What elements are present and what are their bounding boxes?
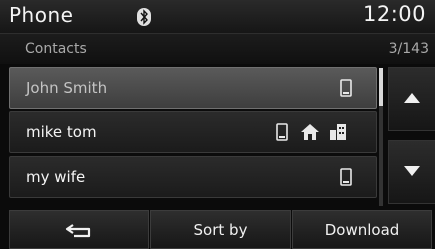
contact-name: John Smith [26,79,108,97]
download-button[interactable]: Download [292,210,432,249]
scrollbar-thumb[interactable] [379,68,383,106]
mobile-phone-icon [340,79,352,97]
office-icon [330,124,346,140]
bluetooth-icon [137,8,151,26]
section-header: Contacts 3/143 [0,33,435,64]
contact-row[interactable]: my wife [9,156,377,198]
mobile-phone-icon [276,123,288,141]
sort-by-label: Sort by [193,220,248,239]
contact-name: my wife [26,168,86,186]
mobile-phone-icon [340,168,352,186]
contact-name: mike tom [26,123,97,141]
sort-by-button[interactable]: Sort by [150,210,291,249]
triangle-down-icon [404,166,420,176]
clock: 12:00 [362,2,426,26]
back-arrow-icon [65,223,91,237]
section-title: Contacts [25,41,87,57]
scroll-down-button[interactable] [388,140,435,204]
contact-count: 3/143 [388,41,429,57]
status-bar: Phone 12:00 [0,0,435,33]
app-title: Phone [9,3,74,27]
download-label: Download [324,220,400,239]
triangle-up-icon [404,93,420,103]
home-icon [301,124,319,140]
back-button[interactable] [9,210,149,249]
contact-row[interactable]: John Smith [9,67,377,109]
scroll-up-button[interactable] [388,67,435,131]
contact-row[interactable]: mike tom [9,111,377,153]
